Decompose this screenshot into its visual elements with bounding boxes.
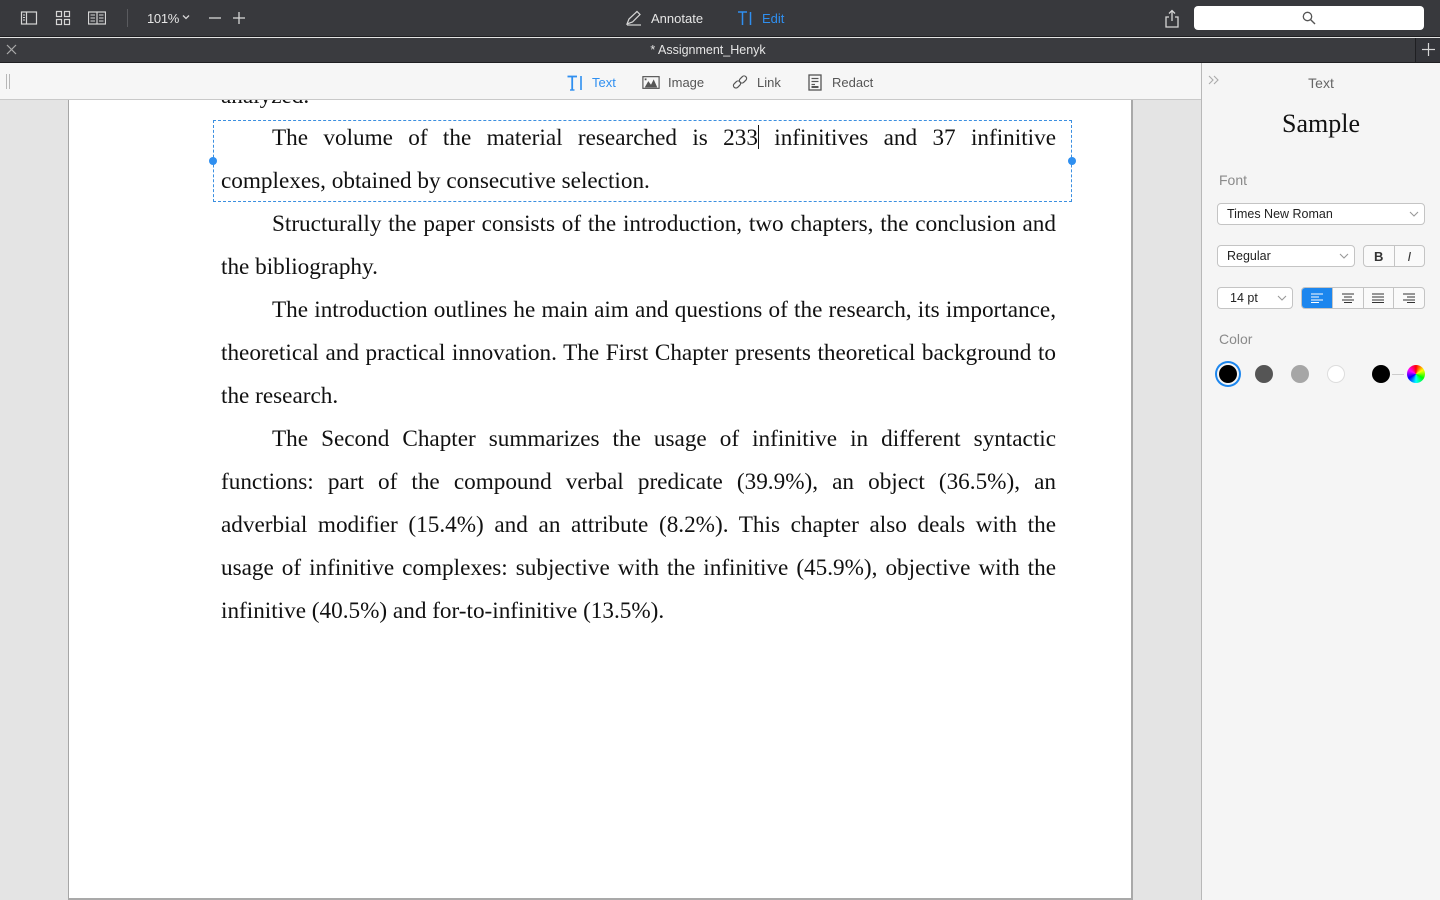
- align-center-icon: [1341, 293, 1354, 303]
- search-icon: [1302, 11, 1316, 25]
- add-link-tool[interactable]: Link: [731, 73, 781, 91]
- resize-handle-right[interactable]: [1068, 157, 1076, 165]
- plus-icon: [1422, 43, 1435, 56]
- pdf-page: analyzed. The volume of the material res…: [68, 100, 1133, 900]
- image-icon: [642, 75, 660, 89]
- sidebar-resize-handle[interactable]: [6, 74, 10, 89]
- color-swatch-light-gray[interactable]: [1291, 365, 1309, 383]
- current-color-well[interactable]: [1372, 365, 1390, 383]
- italic-toggle[interactable]: I: [1393, 246, 1425, 266]
- redact-tool[interactable]: Redact: [806, 73, 873, 91]
- font-family-value: Times New Roman: [1227, 207, 1333, 221]
- search-input[interactable]: [1194, 6, 1424, 30]
- zoom-out-icon[interactable]: [208, 10, 222, 26]
- text-cursor-icon: [738, 11, 752, 25]
- zoom-in-icon[interactable]: [232, 10, 246, 26]
- text-tool-label: Text: [592, 74, 616, 90]
- align-center-button[interactable]: [1331, 288, 1363, 308]
- edit-label: Edit: [762, 10, 785, 26]
- text-tool-icon: [567, 75, 582, 91]
- align-justify-button[interactable]: [1362, 288, 1394, 308]
- add-text-tool[interactable]: Text: [566, 73, 616, 91]
- font-size-value: 14 pt: [1230, 291, 1258, 305]
- redact-tool-label: Redact: [832, 74, 874, 90]
- link-tool-label: Link: [757, 74, 781, 90]
- align-right-button[interactable]: [1393, 288, 1424, 308]
- annotate-label: Annotate: [651, 10, 704, 26]
- align-left-button[interactable]: [1302, 288, 1332, 308]
- document-tab-title[interactable]: * Assignment_Henyk: [0, 43, 1416, 57]
- pen-icon: [625, 10, 641, 26]
- share-icon[interactable]: [1164, 9, 1180, 28]
- panel-title: Text: [1308, 75, 1334, 91]
- align-right-icon: [1403, 293, 1416, 303]
- alignment-toggle-group: [1301, 287, 1425, 309]
- paragraph-introduction[interactable]: The introduction outlines he main aim an…: [221, 289, 1056, 418]
- chevron-down-icon: [1277, 295, 1287, 301]
- font-section-label: Font: [1219, 172, 1248, 188]
- sidebar-toggle-icon[interactable]: [20, 10, 38, 26]
- toolbar-divider: [127, 9, 128, 27]
- chevron-down-icon: [1409, 211, 1419, 217]
- redact-icon: [808, 73, 822, 91]
- main-toolbar: 101% Annotate Edit: [0, 0, 1440, 37]
- two-page-view-icon[interactable]: [88, 10, 106, 26]
- paragraph-second-chapter[interactable]: The Second Chapter summarizes the usage …: [221, 418, 1056, 633]
- chevron-down-icon: [1339, 253, 1349, 259]
- text-properties-panel: Text Sample Font Times New Roman Regular…: [1201, 63, 1440, 900]
- font-sample-preview: Sample: [1282, 109, 1360, 138]
- bold-toggle[interactable]: B: [1364, 246, 1394, 266]
- annotate-mode-button[interactable]: Annotate: [625, 9, 703, 27]
- editing-paragraph[interactable]: The volume of the material researched is…: [221, 117, 1056, 203]
- color-well-connector: [1392, 374, 1404, 375]
- image-tool-label: Image: [668, 74, 705, 90]
- document-body: The volume of the material researched is…: [221, 117, 1056, 633]
- edit-toolbar: Text Image Link Redact: [0, 63, 1201, 100]
- link-icon: [732, 74, 748, 89]
- paragraph-structure[interactable]: Structurally the paper consists of the i…: [221, 203, 1056, 289]
- new-tab-button[interactable]: [1415, 38, 1440, 62]
- font-family-select[interactable]: Times New Roman: [1217, 203, 1425, 225]
- color-swatch-black-selected[interactable]: [1219, 365, 1237, 383]
- color-section-label: Color: [1219, 331, 1253, 347]
- italic-label: I: [1407, 248, 1412, 264]
- add-image-tool[interactable]: Image: [642, 73, 704, 91]
- tab-bar: * Assignment_Henyk: [0, 38, 1440, 63]
- text-before-caret: The volume of the material researched is…: [272, 125, 758, 151]
- bold-label: B: [1374, 248, 1384, 264]
- font-style-select[interactable]: Regular: [1217, 245, 1355, 267]
- document-canvas: analyzed. The volume of the material res…: [0, 100, 1201, 900]
- chevron-down-icon[interactable]: [181, 12, 191, 22]
- color-picker-wheel-icon[interactable]: [1407, 365, 1425, 383]
- align-left-icon: [1310, 293, 1323, 303]
- cut-off-line: analyzed.: [221, 100, 309, 118]
- font-size-select[interactable]: 14 pt: [1217, 287, 1293, 309]
- zoom-level-select[interactable]: 101%: [147, 11, 179, 26]
- color-swatch-white[interactable]: [1327, 365, 1345, 383]
- edit-mode-button[interactable]: Edit: [736, 9, 784, 27]
- grid-view-icon[interactable]: [54, 10, 72, 26]
- resize-handle-left[interactable]: [209, 157, 217, 165]
- bold-italic-toggle-group: B I: [1363, 245, 1425, 267]
- align-justify-icon: [1372, 293, 1385, 303]
- color-swatch-dark-gray[interactable]: [1255, 365, 1273, 383]
- font-style-value: Regular: [1227, 249, 1271, 263]
